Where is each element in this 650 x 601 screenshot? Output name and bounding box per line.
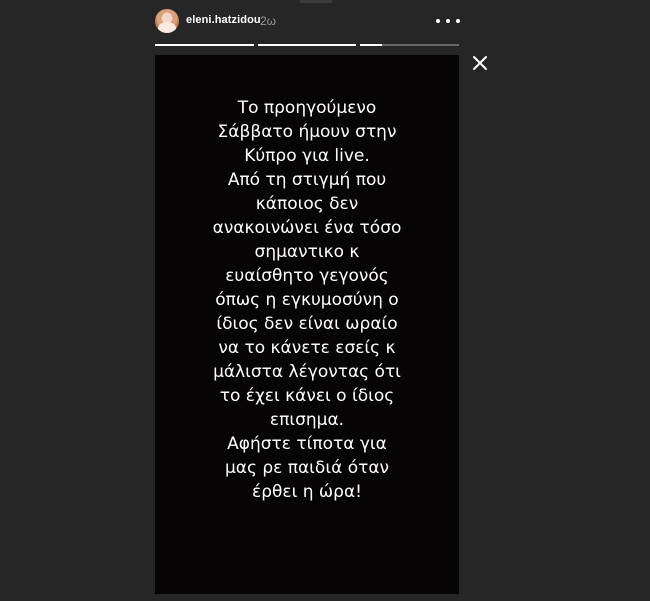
story-line: επισημα. — [269, 410, 345, 430]
progress-fill — [155, 44, 254, 46]
progress-segment — [155, 44, 254, 46]
username[interactable]: eleni.hatzidou — [186, 14, 261, 26]
close-button[interactable] — [472, 55, 488, 71]
time-ago: 2ω — [260, 14, 277, 28]
story-line: ίδιος δεν είναι ωραίο — [216, 314, 398, 334]
more-horizontal-icon — [436, 19, 440, 23]
avatar[interactable] — [155, 9, 179, 33]
more-button[interactable] — [436, 13, 460, 29]
story-line: μας ρε παιδιά όταν — [224, 458, 390, 478]
story-line: κάποιος δεν — [255, 194, 359, 214]
story-line: να το κάνετε εσείς κ — [218, 338, 396, 358]
story-line: ανακοινώνει ένα τόσο — [212, 218, 402, 238]
close-icon — [473, 56, 487, 70]
progress-segment — [360, 44, 460, 46]
story-line: μάλιστα λέγοντας ότι — [213, 362, 401, 382]
story-canvas[interactable]: Το προηγούμενο Σάββατο ήμουν στην Κύπρο … — [155, 55, 459, 594]
story-line: έρθει η ώρα! — [252, 482, 362, 502]
progress-fill — [360, 44, 383, 46]
more-horizontal-icon — [446, 19, 450, 23]
more-horizontal-icon — [456, 19, 460, 23]
progress-fill — [257, 44, 357, 46]
story-line: ευαίσθητο γεγονός — [225, 266, 389, 286]
story-line: το έχει κάνει ο ίδιος — [219, 386, 395, 406]
story-header: eleni.hatzidou 2ω — [155, 8, 460, 38]
story-progress — [155, 44, 460, 47]
story-line: Σάββατο ήμουν στην — [217, 122, 397, 142]
story-line: Κύπρο για live. — [244, 146, 370, 166]
story-line: Αφήστε τίποτα για — [227, 434, 387, 454]
story-line: Από τη στιγμή που — [227, 170, 387, 190]
top-notch — [300, 0, 332, 3]
story-line: Το προηγούμενο — [237, 98, 377, 118]
progress-segment — [257, 44, 357, 46]
story-line: σημαντικο κ — [254, 242, 360, 262]
story-line: όπως η εγκυμοσύνη ο — [215, 290, 399, 310]
story-text: Το προηγούμενο Σάββατο ήμουν στην Κύπρο … — [155, 96, 459, 504]
